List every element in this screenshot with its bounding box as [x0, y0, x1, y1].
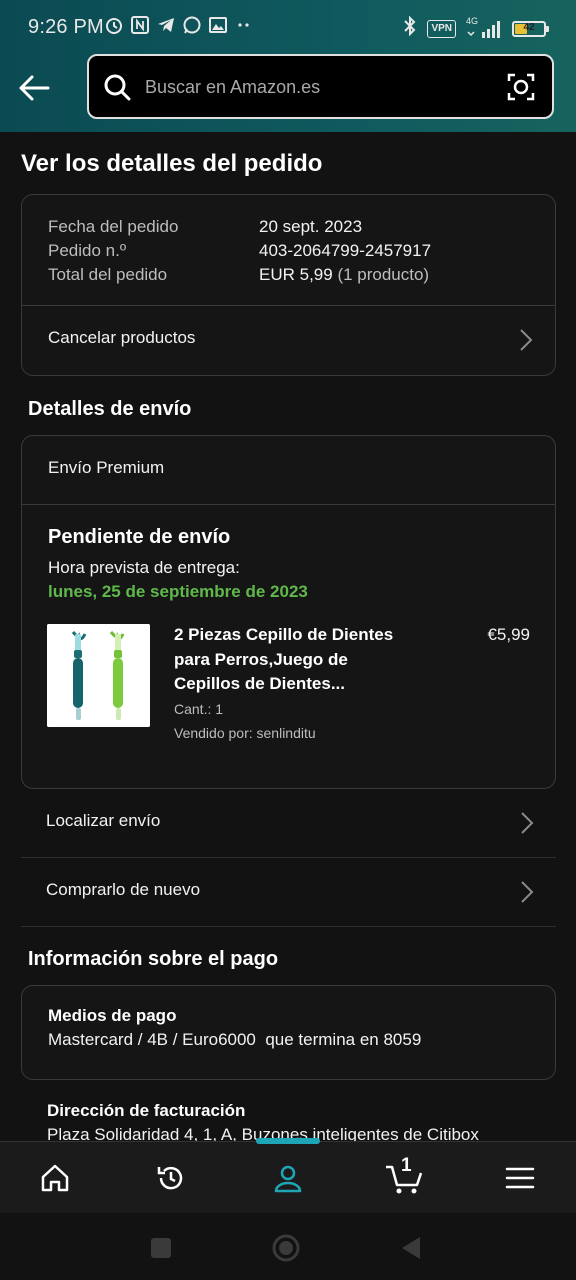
network-type: 4G [466, 16, 479, 26]
product-price: €5,99 [487, 625, 530, 644]
order-date-value: 20 sept. 2023 [259, 217, 363, 236]
status-time: 9:26 PM [28, 16, 104, 38]
signal-icon: 4G [466, 16, 502, 38]
search-input[interactable] [145, 70, 485, 104]
cart-count-badge: 1 [401, 1155, 412, 1176]
arrow-left-icon [19, 75, 50, 101]
vpn-badge: VPN [427, 20, 456, 38]
square-icon [151, 1238, 171, 1258]
delivery-estimate-label: Hora prevista de entrega: [48, 558, 240, 577]
system-navigation-bar [0, 1213, 576, 1280]
order-total-value: EUR 5,99 (1 producto) [259, 263, 429, 287]
shipping-type: Envío Premium [48, 458, 165, 477]
divider [21, 926, 556, 927]
order-number-label: Pedido n.º [48, 241, 127, 260]
bottom-navigation [0, 1138, 576, 1213]
billing-address-title: Dirección de facturación [47, 1101, 246, 1120]
back-system-button[interactable] [396, 1233, 426, 1263]
bluetooth-icon [403, 15, 417, 42]
search-bar[interactable] [87, 54, 554, 119]
order-summary: Fecha del pedido 20 sept. 2023 Pedido n.… [48, 215, 431, 287]
telegram-icon [156, 15, 176, 35]
more-notifications-icon [234, 15, 254, 35]
page-title: Ver los detalles del pedido [21, 150, 323, 177]
nav-account[interactable] [266, 1156, 310, 1200]
whatsapp-icon [182, 15, 202, 35]
payment-methods-value: Mastercard / 4B / Euro6000 que termina e… [48, 1030, 422, 1049]
user-icon [274, 1165, 302, 1193]
product-title-line: Cepillos de Dientes... [174, 674, 345, 693]
app-header: 9:26 PM VPN 4G 42 Buscar en Amazon.es [0, 0, 576, 132]
chevron-right-icon [521, 812, 534, 834]
delivery-estimate-date: lunes, 25 de septiembre de 2023 [48, 582, 308, 601]
search-icon [104, 74, 131, 101]
system-status-icons: VPN 4G 42 [403, 15, 549, 42]
order-date-label: Fecha del pedido [48, 217, 179, 236]
history-icon [157, 1166, 183, 1190]
product-image[interactable] [47, 624, 150, 727]
order-details-content: Ver los detalles del pedido Fecha del pe… [0, 132, 576, 1142]
battery-percent: 42 [523, 22, 535, 33]
nav-menu[interactable] [498, 1156, 542, 1200]
alarm-icon [104, 15, 124, 35]
nav-home[interactable] [33, 1156, 77, 1200]
status-bar: 9:26 PM VPN 4G 42 [0, 0, 576, 56]
product-title-line: para Perros,Juego de [174, 649, 348, 669]
triangle-back-icon [402, 1237, 420, 1259]
payment-methods-title: Medios de pago [48, 1006, 177, 1025]
chevron-right-icon [520, 329, 533, 351]
circle-icon [272, 1234, 300, 1262]
nav-buy-again[interactable] [149, 1156, 193, 1200]
track-shipment-label: Localizar envío [46, 811, 161, 830]
buy-again-link[interactable]: Comprarlo de nuevo [21, 858, 556, 926]
notification-icons [104, 15, 254, 35]
payment-methods-card: Medios de pago Mastercard / 4B / Euro600… [21, 985, 556, 1080]
product-quantity: Cant.: 1 [174, 701, 224, 717]
nfc-icon [130, 15, 150, 35]
track-shipment-link[interactable]: Localizar envío [21, 789, 556, 857]
cancel-products-link[interactable]: Cancelar productos [22, 306, 555, 376]
product-seller: Vendido por: senlinditu [174, 725, 316, 741]
toothbrush-product-image [47, 624, 150, 727]
battery-icon: 42 [512, 21, 549, 37]
camera-search-icon[interactable] [506, 72, 536, 102]
shipping-section-title: Detalles de envío [28, 398, 192, 420]
shipment-status: Pendiente de envío [48, 526, 231, 548]
order-total-label: Total del pedido [48, 265, 168, 284]
payment-section-title: Información sobre el pago [28, 948, 279, 970]
active-tab-indicator [256, 1138, 320, 1144]
back-button[interactable] [14, 68, 54, 108]
home-system-button[interactable] [271, 1233, 301, 1263]
chevron-right-icon [521, 881, 534, 903]
product-title-line: 2 Piezas Cepillo de Dientes [174, 625, 394, 644]
order-number-value: 403-2064799-2457917 [259, 241, 432, 260]
hamburger-menu-icon [505, 1167, 535, 1189]
order-summary-card: Fecha del pedido 20 sept. 2023 Pedido n.… [21, 194, 556, 376]
product-title[interactable]: 2 Piezas Cepillo de Dientes para Perros,… [174, 623, 414, 697]
shipment-card: Envío Premium Pendiente de envío Hora pr… [21, 435, 556, 789]
recents-button[interactable] [146, 1233, 176, 1263]
order-total-amount: EUR 5,99 [259, 265, 333, 284]
cancel-products-label: Cancelar productos [48, 328, 196, 347]
divider [22, 504, 555, 505]
order-total-count: (1 producto) [337, 265, 430, 284]
home-icon [41, 1164, 69, 1192]
buy-again-label: Comprarlo de nuevo [46, 880, 201, 899]
image-icon [208, 15, 228, 35]
